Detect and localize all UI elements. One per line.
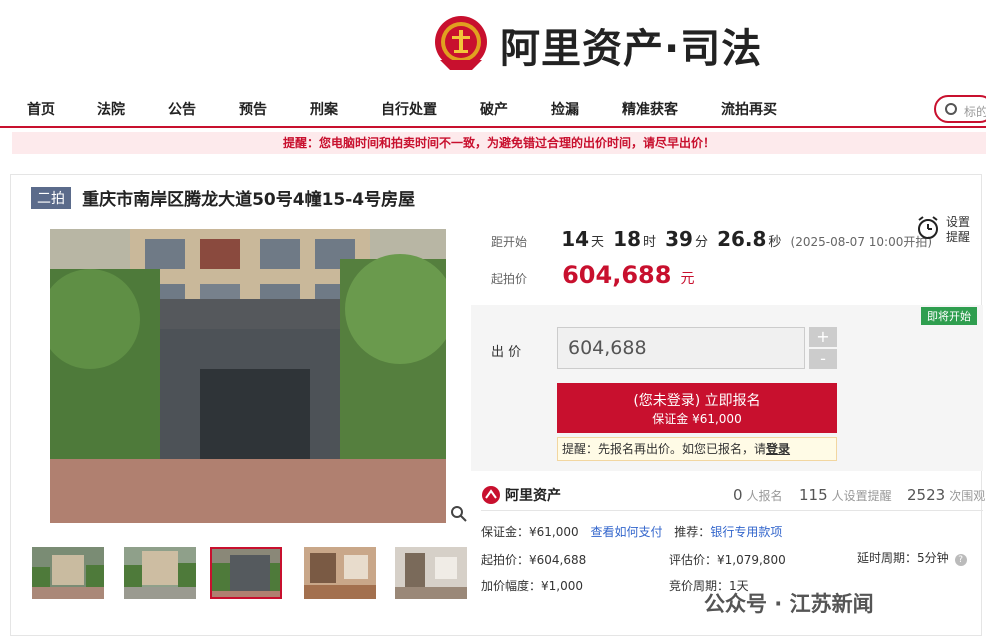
thumbnail-4[interactable]: [304, 547, 376, 599]
countdown-hours-unit: 时: [643, 235, 657, 250]
register-button[interactable]: (您未登录) 立即报名 保证金 ¥61,000: [557, 383, 837, 433]
ali-assets-logo-icon: [482, 486, 500, 504]
nav-item-preview[interactable]: 预告: [239, 99, 267, 119]
start-price-label: 起拍价: [491, 272, 528, 286]
countdown-seconds: 26.8: [717, 227, 767, 251]
bid-label: 出 价: [491, 345, 522, 360]
nav-item-bargain[interactable]: 捡漏: [551, 99, 579, 119]
countdown-label: 距开始: [491, 235, 528, 249]
bid-box: 即将开始 出 价 604,688 + - (您未登录) 立即报名 保证金 ¥61…: [471, 305, 983, 471]
nav-item-precise-leads[interactable]: 精准获客: [622, 99, 678, 119]
search-input[interactable]: 标的: [934, 95, 986, 123]
round-badge: 二拍: [31, 186, 71, 209]
countdown-minutes: 39: [665, 227, 693, 251]
countdown: 距开始 14 天 18 时 39 分 26.8 秒 (2025-08-07 10:00开…: [491, 227, 932, 251]
register-deposit-label: 保证金 ¥61,000: [652, 412, 742, 426]
start-price-value: 604,688: [562, 261, 672, 289]
item-title: 重庆市南岸区腾龙大道50号4幢15-4号房屋: [82, 190, 416, 210]
views-label: 次围观: [949, 489, 986, 503]
signups-label: 人报名: [746, 489, 783, 503]
reminders-count: 115: [799, 486, 828, 504]
start-time-note: (2025-08-07 10:00开拍): [790, 235, 933, 249]
countdown-hours: 18: [613, 227, 641, 251]
nav-item-self-disposal[interactable]: 自行处置: [381, 99, 437, 119]
views-count: 2523: [907, 486, 946, 504]
thumbnail-2[interactable]: [124, 547, 196, 599]
signups-stat: 0 人报名: [733, 485, 783, 504]
recommend-label: 推荐：: [674, 525, 711, 539]
nav-item-bankruptcy[interactable]: 破产: [480, 99, 508, 119]
auction-panel: 二拍 重庆市南岸区腾龙大道50号4幢15-4号房屋 距开始 14 天 18 时 …: [10, 174, 985, 636]
bid-stepper: + -: [809, 327, 837, 369]
nav-item-home[interactable]: 首页: [27, 99, 55, 119]
reminders-label: 人设置提醒: [831, 489, 892, 503]
reminder-label-2: 提醒: [946, 230, 971, 244]
login-tip: 提醒：先报名再出价。如您已报名，请登录: [557, 437, 837, 461]
wechat-watermark: 公众号 · 江苏新闻: [704, 592, 874, 616]
reminder-label-1: 设置: [946, 215, 971, 229]
brand-title: 阿里资产·司法: [500, 26, 763, 72]
zoom-icon[interactable]: [450, 505, 468, 523]
title-row: 二拍 重庆市南岸区腾龙大道50号4幢15-4号房屋: [31, 185, 416, 210]
nav-item-court[interactable]: 法院: [97, 99, 125, 119]
increase-bid-button[interactable]: +: [809, 327, 837, 347]
login-link[interactable]: 登录: [766, 442, 790, 456]
nav-item-announcement[interactable]: 公告: [168, 99, 196, 119]
signups-count: 0: [733, 486, 743, 504]
header: 阿里资产·司法: [0, 0, 986, 88]
register-button-label: (您未登录) 立即报名: [633, 393, 761, 409]
how-to-pay-link[interactable]: 查看如何支付: [590, 525, 662, 539]
status-badge: 即将开始: [921, 307, 977, 325]
start-price-detail: 起拍价：¥604,688: [481, 553, 587, 567]
bid-increment: 加价幅度：¥1,000: [481, 579, 583, 593]
countdown-days: 14: [561, 227, 590, 251]
deposit-info: 保证金：¥61,000: [481, 525, 579, 539]
main-property-photo[interactable]: [50, 229, 446, 523]
alarm-clock-icon: [918, 216, 938, 239]
reminders-stat: 115 人设置提醒: [799, 485, 892, 504]
countdown-minutes-unit: 分: [694, 235, 708, 250]
time-mismatch-notice: 提醒：您电脑时间和拍卖时间不一致，为避免错过合理的出价时间，请尽早出价！: [12, 132, 986, 154]
countdown-seconds-unit: 秒: [768, 235, 782, 250]
delay-period-text: 延时周期：5分钟: [857, 551, 949, 565]
appraisal-price: 评估价：¥1,079,800: [669, 553, 786, 567]
search-icon: [945, 103, 957, 115]
thumbnail-3[interactable]: [210, 547, 282, 599]
main-nav: 首页 法院 公告 预告 刑案 自行处置 破产 捡漏 精准获客 流拍再买 标的: [0, 92, 986, 128]
court-emblem-icon: [435, 16, 487, 70]
bank-account-link[interactable]: 银行专用款项: [710, 525, 782, 539]
login-tip-text: 提醒：先报名再出价。如您已报名，请: [562, 442, 767, 456]
ali-assets-label: 阿里资产: [505, 488, 561, 504]
nav-item-criminal[interactable]: 刑案: [310, 99, 338, 119]
countdown-days-unit: 天: [591, 235, 605, 250]
deposit-row: 保证金：¥61,000 查看如何支付 推荐：银行专用款项: [481, 523, 782, 540]
start-price-row: 起拍价 604,688 元: [491, 261, 695, 289]
start-price-unit: 元: [680, 271, 695, 287]
delay-period: 延时周期：5分钟?: [857, 549, 967, 566]
thumbnail-5[interactable]: [395, 547, 467, 599]
bid-amount-input[interactable]: 604,688: [557, 327, 805, 369]
help-icon[interactable]: ?: [954, 554, 967, 566]
set-reminder-button[interactable]: 设置 提醒: [916, 215, 970, 245]
search-placeholder: 标的: [964, 105, 986, 119]
decrease-bid-button[interactable]: -: [809, 349, 837, 369]
building-image: [50, 229, 446, 523]
views-stat: 2523 次围观: [907, 485, 985, 504]
nav-item-rebuy[interactable]: 流拍再买: [721, 99, 777, 119]
stats-row: 阿里资产 0 人报名 115 人设置提醒 2523 次围观: [481, 481, 985, 511]
thumbnail-1[interactable]: [32, 547, 104, 599]
